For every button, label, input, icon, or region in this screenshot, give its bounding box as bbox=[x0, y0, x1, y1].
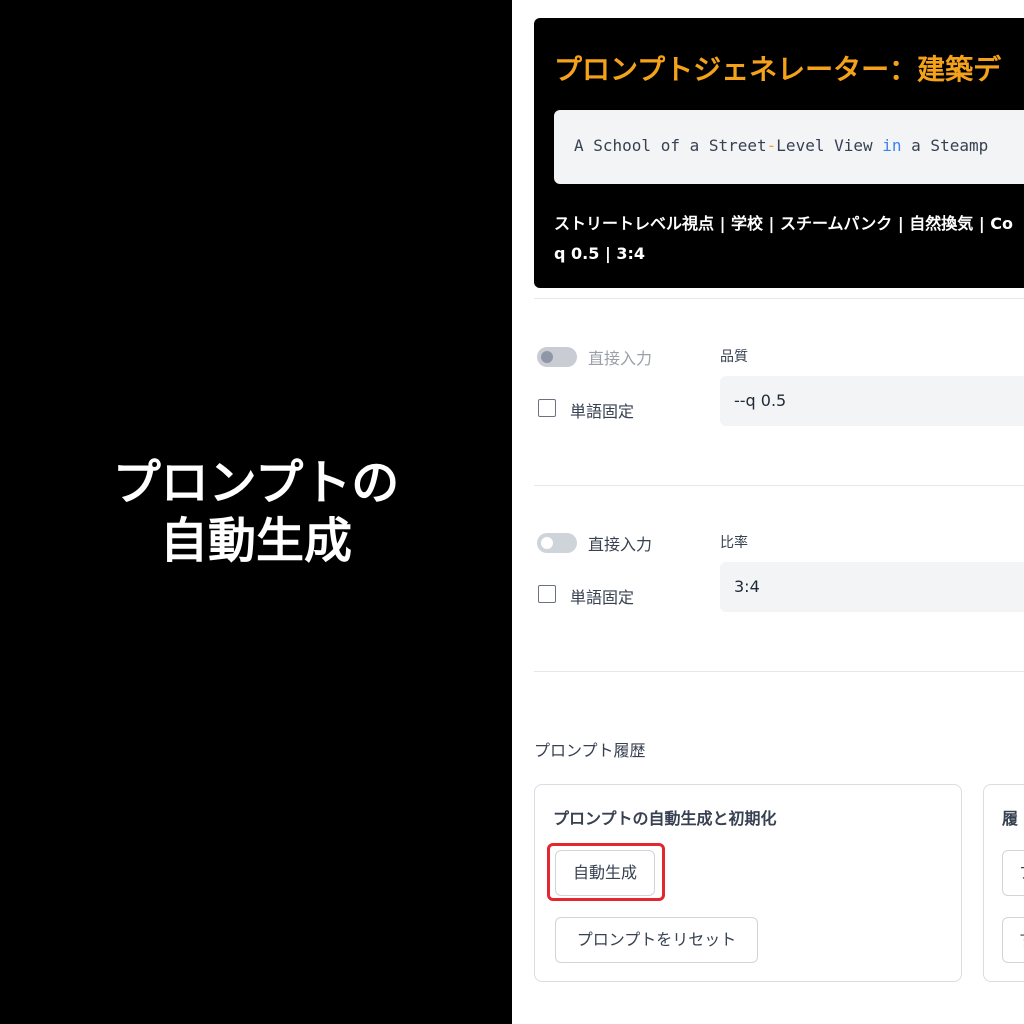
auto-generate-card: プロンプトの自動生成と初期化 自動生成 プロンプトをリセット bbox=[534, 784, 962, 982]
highlight-box bbox=[547, 843, 665, 901]
prompt-tags-line-2: q 0.5 | 3:4 bbox=[554, 244, 646, 263]
quality-direct-input-label: 直接入力 bbox=[588, 349, 653, 368]
prompt-code-block[interactable]: A School of a Street-Level View in a Ste… bbox=[554, 110, 1024, 184]
quality-field-label: 品質 bbox=[720, 349, 748, 365]
headline-line-1: プロンプトの bbox=[112, 455, 400, 511]
quality-fix-word-label: 単語固定 bbox=[570, 402, 635, 421]
history-card-title: 履 bbox=[1002, 809, 1019, 828]
quality-input[interactable]: --q 0.5 bbox=[720, 376, 1024, 426]
prompt-text: A School of a Street-Level View in a Ste… bbox=[574, 136, 989, 155]
divider bbox=[534, 485, 1024, 486]
headline-line-2: 自動生成 bbox=[159, 513, 352, 569]
history-button-2[interactable]: す bbox=[1002, 917, 1024, 963]
headline: プロンプトの 自動生成 bbox=[113, 454, 400, 570]
ratio-field-label: 比率 bbox=[720, 535, 748, 551]
reset-prompt-button[interactable]: プロンプトをリセット bbox=[555, 917, 758, 963]
ratio-fix-word-label: 単語固定 bbox=[570, 588, 635, 607]
quality-fix-word-checkbox[interactable] bbox=[538, 399, 556, 417]
ratio-direct-input-label: 直接入力 bbox=[588, 535, 653, 554]
auto-generate-card-title: プロンプトの自動生成と初期化 bbox=[553, 809, 777, 828]
left-panel: プロンプトの 自動生成 bbox=[0, 0, 512, 1024]
prompt-generator-panel: プロンプトジェネレーター：建築デ A School of a Street-Le… bbox=[534, 18, 1024, 288]
ratio-direct-input-toggle[interactable] bbox=[537, 533, 577, 553]
divider bbox=[534, 298, 1024, 299]
ratio-fix-word-checkbox[interactable] bbox=[538, 585, 556, 603]
prompt-history-title: プロンプト履歴 bbox=[534, 741, 646, 760]
quality-direct-input-toggle[interactable] bbox=[537, 347, 577, 367]
generator-title: プロンプトジェネレーター：建築デ bbox=[554, 53, 1002, 86]
history-button-1[interactable]: プ bbox=[1002, 850, 1024, 896]
divider bbox=[534, 671, 1024, 672]
prompt-tags-line-1: ストリートレベル視点 | 学校 | スチームパンク | 自然換気 | Co bbox=[554, 214, 1013, 233]
ratio-input[interactable]: 3:4 bbox=[720, 562, 1024, 612]
history-card: 履 プ す bbox=[983, 784, 1024, 982]
app-screenshot: プロンプトジェネレーター：建築デ A School of a Street-Le… bbox=[512, 0, 1024, 1024]
